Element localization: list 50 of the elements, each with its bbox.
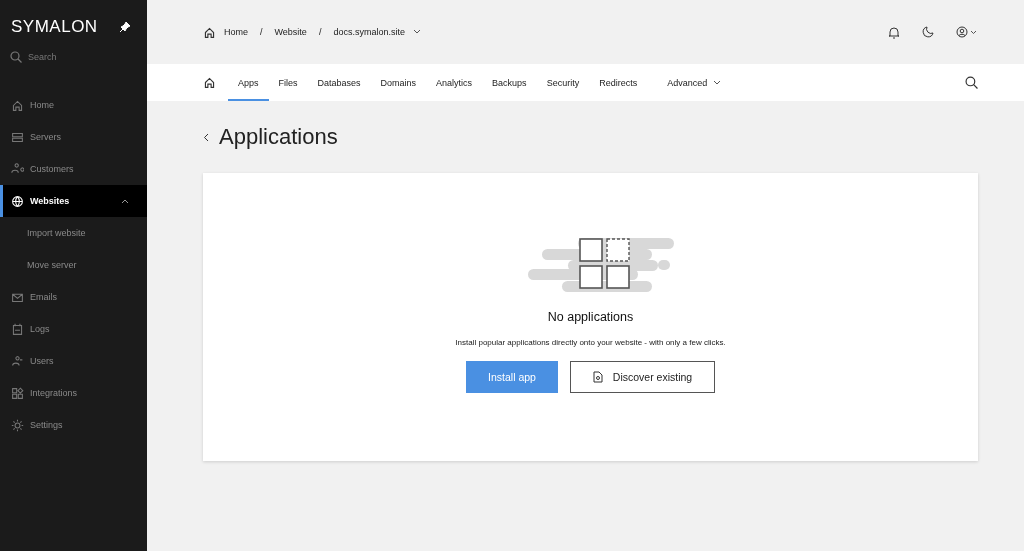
- tab[interactable]: Security: [536, 64, 590, 101]
- nav-item[interactable]: Websites: [0, 185, 147, 217]
- server-icon: [11, 130, 24, 144]
- tab[interactable]: Files: [268, 64, 308, 101]
- home-icon[interactable]: [203, 25, 216, 39]
- nav-item[interactable]: Home: [0, 89, 147, 121]
- nav-item[interactable]: Integrations: [0, 377, 147, 409]
- people-icon: [11, 354, 24, 368]
- nav-item[interactable]: Customers: [0, 153, 147, 185]
- nav-item[interactable]: Settings: [0, 409, 147, 441]
- breadcrumb-link[interactable]: docs.symalon.site: [333, 27, 405, 37]
- search-icon: [10, 51, 22, 63]
- gear-icon: [11, 418, 24, 432]
- home-icon: [11, 98, 24, 112]
- breadcrumb-separator: /: [318, 27, 322, 37]
- pin-icon[interactable]: [120, 22, 130, 32]
- search-field[interactable]: Search: [28, 52, 118, 62]
- page-title: Applications: [219, 124, 338, 150]
- tab[interactable]: Analytics: [426, 64, 483, 101]
- empty-state-title: No applications: [547, 310, 634, 324]
- search-icon[interactable]: [965, 76, 978, 89]
- nav-item[interactable]: Logs: [0, 313, 147, 345]
- tab[interactable]: Backups: [482, 64, 537, 101]
- document-search-icon: [592, 371, 603, 383]
- tab[interactable]: Redirects: [589, 64, 648, 101]
- home-icon[interactable]: [203, 76, 216, 89]
- user-icon[interactable]: [956, 26, 978, 38]
- nav-item[interactable]: Move server: [0, 249, 147, 281]
- moon-icon[interactable]: [922, 26, 934, 38]
- people-icon: [11, 162, 24, 176]
- grid-icon: [11, 386, 24, 400]
- tab[interactable]: Apps: [228, 64, 269, 101]
- nav-item[interactable]: Import website: [0, 217, 147, 249]
- nav-item[interactable]: Emails: [0, 281, 147, 313]
- logo: SYMALON: [11, 17, 98, 37]
- breadcrumb-separator: /: [260, 27, 263, 37]
- back-icon[interactable]: [203, 132, 209, 142]
- globe-icon: [11, 194, 24, 208]
- nav-item[interactable]: Users: [0, 345, 147, 377]
- tab[interactable]: Advanced: [657, 64, 732, 101]
- empty-state-text: Install popular applications directly onto your website - with only a few clicks.: [455, 338, 726, 347]
- chevron-down-icon[interactable]: [412, 29, 421, 35]
- tab[interactable]: Domains: [370, 64, 427, 101]
- nav-item[interactable]: Servers: [0, 121, 147, 153]
- tab[interactable]: Databases: [307, 64, 371, 101]
- breadcrumb-link[interactable]: Website: [274, 27, 307, 37]
- breadcrumb-link[interactable]: Home: [224, 27, 248, 37]
- calendar-icon: [11, 322, 24, 336]
- discover-button[interactable]: Discover existing: [570, 361, 715, 393]
- bell-icon[interactable]: [888, 25, 900, 39]
